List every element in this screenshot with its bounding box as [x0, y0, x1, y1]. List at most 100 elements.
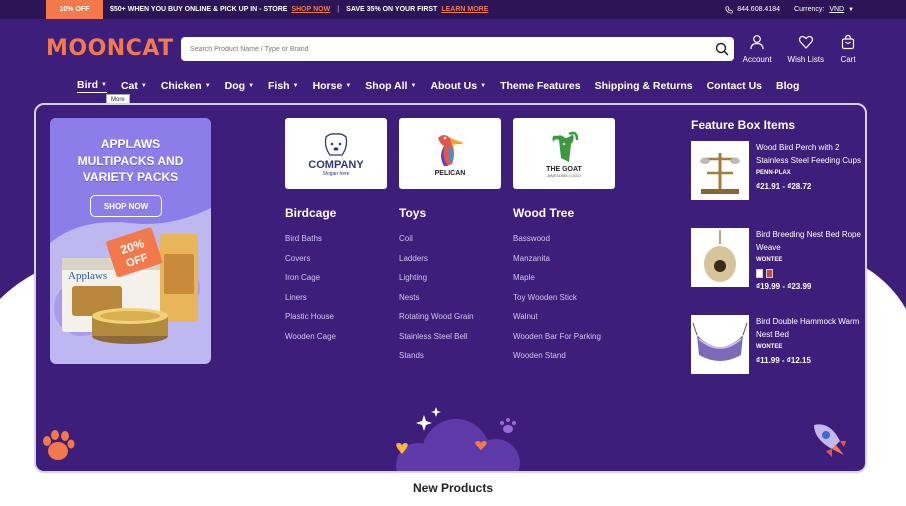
product-image[interactable] — [691, 141, 749, 200]
banner-shop-now-button[interactable]: SHOP NOW — [90, 195, 162, 217]
chevron-down-icon: ▼ — [140, 83, 147, 89]
product-brand: WONTEE — [756, 344, 783, 350]
learn-more-link[interactable]: LEARN MORE — [441, 6, 488, 13]
product-brand: WONTEE — [756, 257, 783, 263]
menu-link[interactable]: Stainless Steel Bell — [399, 332, 474, 352]
nav-dog[interactable]: Dog ▼ — [225, 79, 254, 93]
wishlist-label: Wish Lists — [787, 55, 824, 64]
product-price: ₫21.91 - ₫28.72 — [756, 182, 812, 191]
pelican-logo-icon — [438, 135, 464, 166]
bird-perch-image — [700, 153, 740, 194]
nav-label: Cat — [120, 80, 138, 92]
currency-selector[interactable]: Currency: VND ▼ — [794, 6, 854, 13]
column-title[interactable]: Birdcage — [285, 206, 336, 220]
banner-title-line: VARIETY PACKS — [82, 170, 179, 184]
feature-product[interactable]: Bird Breeding Nest Bed Rope Weave WONTEE… — [691, 228, 861, 315]
logo-text: MOONCAT — [46, 36, 174, 61]
site-logo[interactable]: MOONCAT — [46, 36, 174, 61]
menu-link[interactable]: Liners — [285, 293, 336, 313]
nav-cat[interactable]: Cat ▼ — [121, 79, 147, 93]
menu-link[interactable]: Rotating Wood Grain — [399, 312, 474, 332]
menu-link[interactable]: Wooden Stand — [513, 351, 601, 371]
column-title[interactable]: Wood Tree — [513, 206, 601, 220]
nav-theme-features[interactable]: Theme Features — [500, 79, 581, 93]
menu-link[interactable]: Ladders — [399, 254, 474, 274]
product-image[interactable] — [691, 315, 749, 374]
account-button[interactable]: Account — [743, 34, 772, 64]
heart-icon — [798, 35, 813, 49]
nav-label: Theme Features — [500, 80, 581, 92]
brand-slogan: AWESOME LOGO — [547, 172, 581, 178]
section-title: New Products — [412, 481, 493, 495]
nav-contact-us[interactable]: Contact Us — [707, 79, 762, 93]
menu-link[interactable]: Coil — [399, 234, 474, 254]
menu-link[interactable]: Iron Cage — [285, 273, 336, 293]
bird-nest-image — [704, 230, 736, 282]
product-name[interactable]: Bird Breeding Nest Bed Rope Weave — [756, 228, 861, 254]
cloud-decoration — [396, 407, 520, 471]
feature-product[interactable]: Wood Bird Perch with 2 Stainless Steel F… — [691, 141, 861, 228]
product-info: Bird Breeding Nest Bed Rope Weave WONTEE… — [756, 228, 861, 315]
cart-button[interactable]: Cart — [840, 34, 856, 64]
menu-link[interactable]: Walnut — [513, 312, 601, 332]
nav-shipping-returns[interactable]: Shipping & Returns — [595, 79, 693, 93]
chevron-down-icon: ▼ — [848, 7, 854, 13]
brand-logo-the-goat[interactable]: THE GOAT AWESOME LOGO — [513, 118, 615, 189]
main-nav: Bird ▼ Cat ▼ Chicken ▼ Dog ▼ Fish ▼ Horse ▼ Sh… — [77, 79, 813, 93]
menu-link[interactable]: Wooden Bar For Parking — [513, 332, 601, 352]
phone-link[interactable]: 844.608.4184 — [725, 5, 780, 14]
promo2-text: SAVE 35% ON YOUR FIRST — [346, 6, 438, 13]
product-brand: PENN-PLAX — [756, 170, 791, 176]
nav-shop-all[interactable]: Shop All ▼ — [365, 79, 416, 93]
nav-blog[interactable]: Blog — [776, 79, 799, 93]
brand-name: THE GOAT — [546, 165, 582, 173]
promo-message: $50+ WHEN YOU BUY ONLINE & PICK UP IN - … — [110, 6, 488, 13]
menu-link[interactable]: Lighting — [399, 273, 474, 293]
nav-about-us[interactable]: About Us ▼ — [430, 79, 486, 93]
rocket-sticker-icon — [814, 424, 846, 457]
color-swatch[interactable] — [766, 269, 773, 278]
product-info: Bird Double Hammock Warm Nest Bed WONTEE… — [756, 315, 861, 402]
nav-label: Dog — [224, 80, 246, 92]
nav-label: About Us — [430, 80, 478, 92]
product-price: ₫11.99 - ₫12.15 — [756, 356, 811, 365]
promo-banner[interactable]: APPLAWS MULTIPACKS AND VARIETY PACKS SHO… — [50, 118, 211, 364]
menu-link[interactable]: Maple — [513, 273, 601, 293]
feature-product[interactable]: Bird Double Hammock Warm Nest Bed WONTEE… — [691, 315, 861, 402]
nav-fish[interactable]: Fish ▼ — [268, 79, 299, 93]
color-swatches — [756, 269, 861, 278]
menu-link[interactable]: Toy Wooden Stick — [513, 293, 601, 313]
product-name[interactable]: Bird Double Hammock Warm Nest Bed — [756, 315, 861, 341]
nav-bird[interactable]: Bird ▼ — [77, 79, 107, 93]
nav-horse[interactable]: Horse ▼ — [313, 79, 352, 93]
menu-link[interactable]: Plastic House — [285, 312, 336, 332]
currency-value: VND — [829, 6, 845, 13]
chevron-down-icon: ▼ — [204, 83, 211, 89]
menu-link[interactable]: Stands — [399, 351, 474, 371]
color-swatch[interactable] — [756, 269, 763, 278]
menu-link[interactable]: Covers — [285, 254, 336, 274]
user-icon — [750, 35, 764, 50]
product-name[interactable]: Wood Bird Perch with 2 Stainless Steel F… — [756, 141, 861, 167]
column-title[interactable]: Toys — [399, 206, 474, 220]
goat-logo-icon — [552, 131, 579, 162]
search-bar — [181, 37, 734, 61]
brand-logo-pelican[interactable]: PELICAN — [399, 118, 501, 189]
search-input[interactable] — [181, 37, 710, 61]
menu-link[interactable]: Manzanita — [513, 254, 601, 274]
wishlist-button[interactable]: Wish Lists — [788, 34, 824, 64]
nav-chicken[interactable]: Chicken ▼ — [161, 79, 211, 93]
cart-label: Cart — [840, 55, 856, 64]
chevron-down-icon: ▼ — [345, 83, 352, 89]
nav-label: Horse — [312, 80, 343, 92]
product-image[interactable] — [691, 228, 749, 287]
brand-logo-company[interactable]: COMPANY Slogan here — [285, 118, 387, 189]
nav-label: Fish — [268, 80, 290, 92]
shop-now-link[interactable]: SHOP NOW — [291, 6, 330, 13]
nav-label: Blog — [776, 80, 800, 92]
menu-link[interactable]: Bird Baths — [285, 234, 336, 254]
menu-link[interactable]: Basswood — [513, 234, 601, 254]
menu-link[interactable]: Wooden Cage — [285, 332, 336, 352]
search-button[interactable] — [710, 37, 734, 61]
menu-link[interactable]: Nests — [399, 293, 474, 313]
